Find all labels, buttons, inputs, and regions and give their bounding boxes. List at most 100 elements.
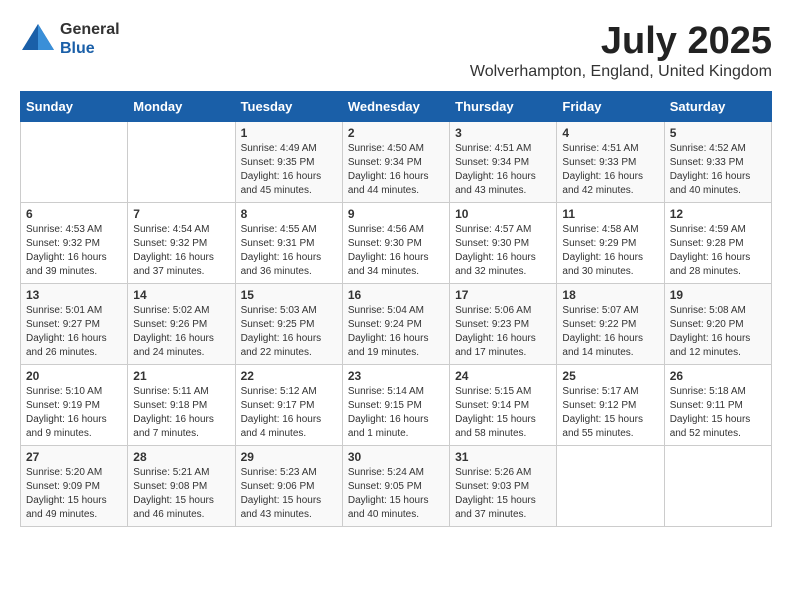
day-number: 9 [348, 207, 444, 221]
day-number: 14 [133, 288, 229, 302]
day-number: 3 [455, 126, 551, 140]
logo-blue: Blue [60, 39, 120, 58]
day-cell: 7Sunrise: 4:54 AM Sunset: 9:32 PM Daylig… [128, 203, 235, 284]
calendar-header: General Blue July 2025 Wolverhampton, En… [20, 20, 772, 81]
day-cell: 29 Sunrise: 5:23 AM Sunset: 9:06 PM Dayli… [235, 446, 342, 527]
day-cell: 17 Sunrise: 5:06 AM Sunset: 9:23 PM Dayli… [450, 284, 557, 365]
day-cell: 11Sunrise: 4:58 AM Sunset: 9:29 PM Dayli… [557, 203, 664, 284]
day-info: Sunrise: 5:18 AM Sunset: 9:11 PM Dayligh… [670, 386, 751, 439]
day-number: 11 [562, 207, 658, 221]
day-cell: 26 Sunrise: 5:18 AM Sunset: 9:11 PM Dayli… [664, 365, 771, 446]
day-info: Sunrise: 5:11 AM Sunset: 9:18 PM Dayligh… [133, 386, 214, 439]
calendar-subtitle: Wolverhampton, England, United Kingdom [470, 63, 772, 81]
day-number: 5 [670, 126, 766, 140]
day-info: Sunrise: 4:49 AM Sunset: 9:35 PM Dayligh… [241, 143, 322, 196]
day-cell: 18Sunrise: 5:07 AM Sunset: 9:22 PM Dayli… [557, 284, 664, 365]
day-info: Sunrise: 4:50 AM Sunset: 9:34 PM Dayligh… [348, 143, 429, 196]
day-cell: 9 Sunrise: 4:56 AM Sunset: 9:30 PM Daylig… [342, 203, 449, 284]
day-cell: 14 Sunrise: 5:02 AM Sunset: 9:26 PM Dayli… [128, 284, 235, 365]
day-info: Sunrise: 5:08 AM Sunset: 9:20 PM Dayligh… [670, 305, 751, 358]
day-number: 31 [455, 450, 551, 464]
day-cell: 16Sunrise: 5:04 AM Sunset: 9:24 PM Dayli… [342, 284, 449, 365]
day-info: Sunrise: 5:15 AM Sunset: 9:14 PM Dayligh… [455, 386, 536, 439]
day-info: Sunrise: 5:14 AM Sunset: 9:15 PM Dayligh… [348, 386, 429, 439]
week-row-4: 20 Sunrise: 5:10 AM Sunset: 9:19 PM Dayli… [21, 365, 772, 446]
day-number: 19 [670, 288, 766, 302]
day-cell: 27 Sunrise: 5:20 AM Sunset: 9:09 PM Dayli… [21, 446, 128, 527]
day-number: 29 [241, 450, 337, 464]
day-cell: 1Sunrise: 4:49 AM Sunset: 9:35 PM Daylig… [235, 122, 342, 203]
day-cell: 8Sunrise: 4:55 AM Sunset: 9:31 PM Daylig… [235, 203, 342, 284]
day-number: 13 [26, 288, 122, 302]
day-cell: 24 Sunrise: 5:15 AM Sunset: 9:14 PM Dayli… [450, 365, 557, 446]
day-cell: 3 Sunrise: 4:51 AM Sunset: 9:34 PM Daylig… [450, 122, 557, 203]
day-cell: 21 Sunrise: 5:11 AM Sunset: 9:18 PM Dayli… [128, 365, 235, 446]
day-cell: 30 Sunrise: 5:24 AM Sunset: 9:05 PM Dayli… [342, 446, 449, 527]
day-info: Sunrise: 4:51 AM Sunset: 9:33 PM Dayligh… [562, 143, 643, 196]
day-number: 4 [562, 126, 658, 140]
day-info: Sunrise: 5:12 AM Sunset: 9:17 PM Dayligh… [241, 386, 322, 439]
day-number: 10 [455, 207, 551, 221]
day-cell: 5Sunrise: 4:52 AM Sunset: 9:33 PM Daylig… [664, 122, 771, 203]
weekday-header-row: SundayMondayTuesdayWednesdayThursdayFrid… [21, 92, 772, 122]
day-info: Sunrise: 5:21 AM Sunset: 9:08 PM Dayligh… [133, 467, 214, 520]
day-number: 17 [455, 288, 551, 302]
weekday-header-tuesday: Tuesday [235, 92, 342, 122]
day-number: 16 [348, 288, 444, 302]
day-number: 23 [348, 369, 444, 383]
day-cell: 15Sunrise: 5:03 AM Sunset: 9:25 PM Dayli… [235, 284, 342, 365]
weekday-header-sunday: Sunday [21, 92, 128, 122]
day-cell: 12Sunrise: 4:59 AM Sunset: 9:28 PM Dayli… [664, 203, 771, 284]
day-info: Sunrise: 5:24 AM Sunset: 9:05 PM Dayligh… [348, 467, 429, 520]
day-info: Sunrise: 5:06 AM Sunset: 9:23 PM Dayligh… [455, 305, 536, 358]
day-info: Sunrise: 4:57 AM Sunset: 9:30 PM Dayligh… [455, 224, 536, 277]
day-cell [128, 122, 235, 203]
day-info: Sunrise: 5:01 AM Sunset: 9:27 PM Dayligh… [26, 305, 107, 358]
week-row-2: 6 Sunrise: 4:53 AM Sunset: 9:32 PM Daylig… [21, 203, 772, 284]
logo-icon [20, 22, 56, 52]
day-cell: 4 Sunrise: 4:51 AM Sunset: 9:33 PM Daylig… [557, 122, 664, 203]
day-info: Sunrise: 4:59 AM Sunset: 9:28 PM Dayligh… [670, 224, 751, 277]
logo: General Blue [20, 20, 120, 58]
day-cell: 10 Sunrise: 4:57 AM Sunset: 9:30 PM Dayli… [450, 203, 557, 284]
weekday-header-friday: Friday [557, 92, 664, 122]
day-cell: 2Sunrise: 4:50 AM Sunset: 9:34 PM Daylig… [342, 122, 449, 203]
day-info: Sunrise: 4:54 AM Sunset: 9:32 PM Dayligh… [133, 224, 214, 277]
day-number: 6 [26, 207, 122, 221]
week-row-3: 13 Sunrise: 5:01 AM Sunset: 9:27 PM Dayli… [21, 284, 772, 365]
day-number: 21 [133, 369, 229, 383]
day-cell [557, 446, 664, 527]
day-number: 28 [133, 450, 229, 464]
day-info: Sunrise: 5:02 AM Sunset: 9:26 PM Dayligh… [133, 305, 214, 358]
day-info: Sunrise: 4:51 AM Sunset: 9:34 PM Dayligh… [455, 143, 536, 196]
week-row-1: 1Sunrise: 4:49 AM Sunset: 9:35 PM Daylig… [21, 122, 772, 203]
logo-general: General [60, 20, 120, 39]
day-cell: 23 Sunrise: 5:14 AM Sunset: 9:15 PM Dayli… [342, 365, 449, 446]
day-cell: 6 Sunrise: 4:53 AM Sunset: 9:32 PM Daylig… [21, 203, 128, 284]
day-cell [664, 446, 771, 527]
day-cell: 20 Sunrise: 5:10 AM Sunset: 9:19 PM Dayli… [21, 365, 128, 446]
calendar-title: July 2025 [470, 20, 772, 63]
day-cell: 13 Sunrise: 5:01 AM Sunset: 9:27 PM Dayli… [21, 284, 128, 365]
title-area: July 2025 Wolverhampton, England, United… [470, 20, 772, 81]
day-cell: 22 Sunrise: 5:12 AM Sunset: 9:17 PM Dayli… [235, 365, 342, 446]
day-info: Sunrise: 5:17 AM Sunset: 9:12 PM Dayligh… [562, 386, 643, 439]
day-number: 26 [670, 369, 766, 383]
day-cell [21, 122, 128, 203]
day-cell: 31 Sunrise: 5:26 AM Sunset: 9:03 PM Dayli… [450, 446, 557, 527]
day-info: Sunrise: 5:20 AM Sunset: 9:09 PM Dayligh… [26, 467, 107, 520]
day-info: Sunrise: 5:03 AM Sunset: 9:25 PM Dayligh… [241, 305, 322, 358]
day-number: 20 [26, 369, 122, 383]
day-cell: 19 Sunrise: 5:08 AM Sunset: 9:20 PM Dayli… [664, 284, 771, 365]
day-number: 30 [348, 450, 444, 464]
day-info: Sunrise: 5:10 AM Sunset: 9:19 PM Dayligh… [26, 386, 107, 439]
day-number: 24 [455, 369, 551, 383]
day-info: Sunrise: 4:55 AM Sunset: 9:31 PM Dayligh… [241, 224, 322, 277]
day-info: Sunrise: 5:26 AM Sunset: 9:03 PM Dayligh… [455, 467, 536, 520]
day-number: 27 [26, 450, 122, 464]
day-number: 22 [241, 369, 337, 383]
day-info: Sunrise: 5:23 AM Sunset: 9:06 PM Dayligh… [241, 467, 322, 520]
day-info: Sunrise: 4:53 AM Sunset: 9:32 PM Dayligh… [26, 224, 107, 277]
day-info: Sunrise: 4:56 AM Sunset: 9:30 PM Dayligh… [348, 224, 429, 277]
day-number: 18 [562, 288, 658, 302]
